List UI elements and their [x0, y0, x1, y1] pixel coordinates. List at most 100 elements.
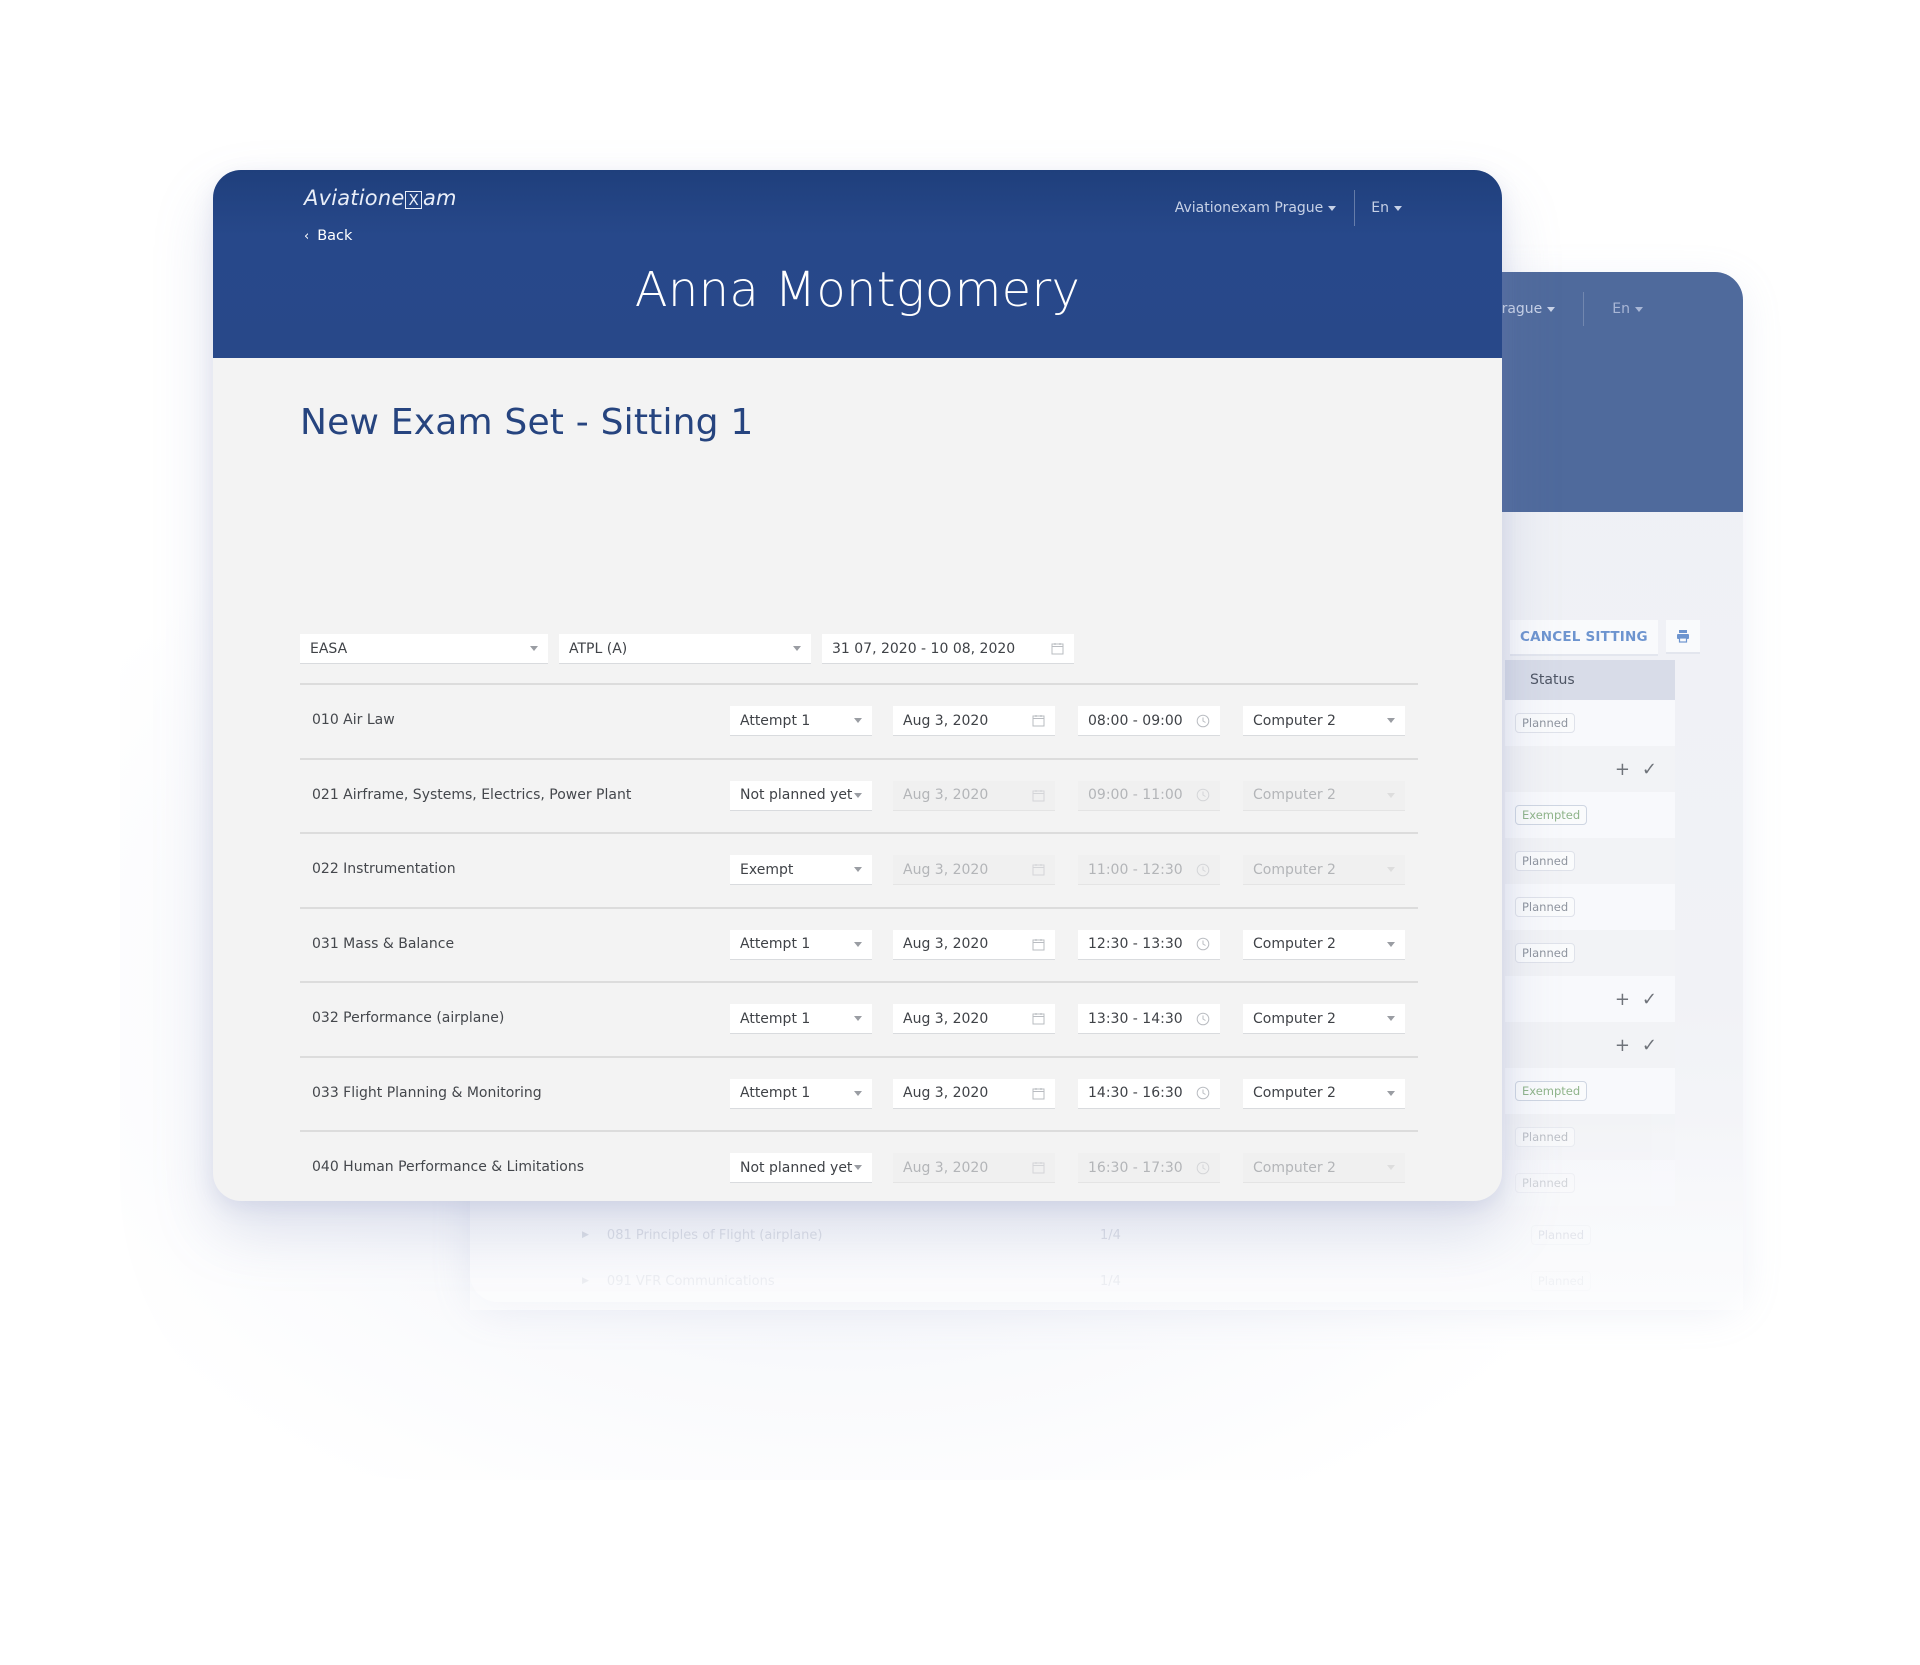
computer-select[interactable]: Computer 2	[1243, 780, 1405, 811]
status-badge: Exempted	[1515, 805, 1588, 825]
list-item[interactable]: ▶ 091 VFR Communications 1/4 Planned	[470, 1258, 1743, 1302]
exam-time-input[interactable]: 16:30 - 17:30	[1078, 1153, 1220, 1183]
calendar-icon[interactable]	[1051, 642, 1064, 655]
status-row: Planned	[1505, 884, 1675, 930]
attempt-select[interactable]: Attempt 1	[730, 706, 872, 736]
organization-label: Aviationexam Prague	[1174, 200, 1324, 216]
logo-text-prefix: Aviatione	[304, 186, 405, 210]
license-value: ATPL (A)	[569, 640, 628, 657]
clock-icon[interactable]	[1196, 1012, 1210, 1026]
row-actions: + ✓	[1615, 759, 1657, 780]
table-row: 022 Instrumentation Exempt Aug 3, 2020 1…	[300, 834, 1418, 909]
computer-value: Computer 2	[1253, 936, 1336, 952]
check-icon[interactable]: ✓	[1642, 989, 1657, 1010]
language-label: En	[1371, 200, 1389, 216]
exam-date-value: Aug 3, 2020	[903, 1010, 989, 1027]
exam-time-input[interactable]: 12:30 - 13:30	[1078, 929, 1220, 960]
exam-date-input[interactable]: Aug 3, 2020	[893, 706, 1055, 736]
add-icon[interactable]: +	[1615, 989, 1630, 1010]
calendar-icon[interactable]	[1032, 714, 1045, 727]
clock-icon[interactable]	[1196, 863, 1210, 877]
language-selector[interactable]: En	[1371, 200, 1402, 216]
calendar-icon[interactable]	[1032, 1161, 1045, 1174]
caret-down-icon	[1387, 1016, 1395, 1021]
computer-value: Computer 2	[1253, 787, 1336, 803]
exam-date-input[interactable]: Aug 3, 2020	[893, 780, 1055, 811]
organization-selector[interactable]: Aviationexam Prague	[1175, 200, 1337, 216]
table-row: 033 Flight Planning & Monitoring Attempt…	[300, 1058, 1418, 1132]
cancel-sitting-button[interactable]: CANCEL SITTING	[1510, 620, 1658, 656]
exam-date-input[interactable]: Aug 3, 2020	[893, 855, 1055, 885]
computer-select[interactable]: Computer 2	[1243, 1004, 1405, 1034]
status-column: Status Planned + ✓ Exempted Planned Plann…	[1505, 660, 1675, 1206]
attempt-select[interactable]: Attempt 1	[730, 1004, 872, 1034]
calendar-icon[interactable]	[1032, 789, 1045, 802]
exam-date-input[interactable]: Aug 3, 2020	[893, 1153, 1055, 1183]
attempt-select[interactable]: Not planned yet	[730, 1153, 872, 1183]
exam-time-input[interactable]: 09:00 - 11:00	[1078, 780, 1220, 811]
caret-down-icon	[1387, 718, 1395, 723]
status-row: Exempted	[1505, 1068, 1675, 1114]
attempt-select[interactable]: Exempt	[730, 855, 872, 885]
computer-select[interactable]: Computer 2	[1243, 1153, 1405, 1183]
exam-time-input[interactable]: 14:30 - 16:30	[1078, 1078, 1220, 1109]
status-badge: Planned	[1515, 1173, 1576, 1193]
calendar-icon[interactable]	[1032, 863, 1045, 876]
attempt-select[interactable]: Attempt 1	[730, 1078, 872, 1109]
calendar-icon[interactable]	[1032, 1087, 1045, 1100]
add-icon[interactable]: +	[1615, 1035, 1630, 1056]
subject-name: 040 Human Performance & Limitations	[312, 1159, 585, 1175]
attempt-count: 1/4	[1099, 1273, 1121, 1289]
status-row: Planned	[1505, 700, 1675, 746]
exam-date-input[interactable]: Aug 3, 2020	[893, 1078, 1055, 1109]
calendar-icon[interactable]	[1032, 938, 1045, 951]
language-label: En	[1612, 301, 1630, 317]
logo-text-suffix: am	[422, 186, 457, 210]
check-icon[interactable]: ✓	[1642, 759, 1657, 780]
table-row: 032 Performance (airplane) Attempt 1 Aug…	[300, 983, 1418, 1058]
clock-icon[interactable]	[1196, 1161, 1210, 1175]
print-button[interactable]	[1665, 620, 1700, 654]
check-icon[interactable]: ✓	[1642, 1035, 1657, 1056]
exam-time-input[interactable]: 08:00 - 09:00	[1078, 706, 1220, 736]
computer-select[interactable]: Computer 2	[1243, 706, 1405, 736]
caret-down-icon	[854, 941, 862, 947]
table-row: 010 Air Law Attempt 1 Aug 3, 2020 08:00 …	[300, 685, 1418, 760]
status-column-header: Status	[1505, 660, 1675, 700]
caret-down-icon	[1547, 306, 1556, 312]
background-subject-list: ▶ 081 Principles of Flight (airplane) 1/…	[470, 1212, 1743, 1302]
license-select[interactable]: ATPL (A)	[559, 634, 811, 664]
computer-select[interactable]: Computer 2	[1243, 1078, 1405, 1109]
exam-time-value: 13:30 - 14:30	[1088, 1010, 1183, 1027]
attempt-select[interactable]: Attempt 1	[730, 929, 872, 960]
attempt-select[interactable]: Not planned yet	[730, 780, 872, 811]
exam-time-input[interactable]: 11:00 - 12:30	[1078, 855, 1220, 885]
clock-icon[interactable]	[1196, 937, 1210, 951]
brand-logo[interactable]: Aviatione Xam	[304, 186, 457, 210]
status-badge: Planned	[1515, 851, 1576, 871]
caret-down-icon	[1387, 867, 1395, 872]
exam-date-input[interactable]: Aug 3, 2020	[893, 929, 1055, 960]
computer-select[interactable]: Computer 2	[1243, 855, 1405, 885]
computer-select[interactable]: Computer 2	[1243, 929, 1405, 960]
exam-date-value: Aug 3, 2020	[903, 787, 989, 803]
list-item[interactable]: ▶ 081 Principles of Flight (airplane) 1/…	[470, 1212, 1743, 1258]
computer-value: Computer 2	[1253, 712, 1336, 729]
calendar-icon[interactable]	[1032, 1012, 1045, 1025]
caret-down-icon	[854, 1016, 862, 1021]
exam-time-value: 09:00 - 11:00	[1088, 787, 1183, 803]
authority-select[interactable]: EASA	[300, 634, 548, 664]
back-link[interactable]: ‹ Back	[304, 228, 352, 244]
subject-name: 021 Airframe, Systems, Electrics, Power …	[312, 786, 632, 803]
exam-time-input[interactable]: 13:30 - 14:30	[1078, 1004, 1220, 1034]
clock-icon[interactable]	[1196, 788, 1210, 802]
add-icon[interactable]: +	[1615, 759, 1630, 780]
language-selector[interactable]: En	[1612, 301, 1643, 317]
exam-date-input[interactable]: Aug 3, 2020	[893, 1004, 1055, 1034]
clock-icon[interactable]	[1196, 1086, 1210, 1100]
status-row: Planned	[1505, 1160, 1675, 1206]
exam-time-value: 12:30 - 13:30	[1088, 936, 1183, 952]
clock-icon[interactable]	[1196, 714, 1210, 728]
caret-down-icon	[854, 1165, 862, 1170]
date-range-input[interactable]: 31 07, 2020 - 10 08, 2020	[822, 634, 1074, 664]
